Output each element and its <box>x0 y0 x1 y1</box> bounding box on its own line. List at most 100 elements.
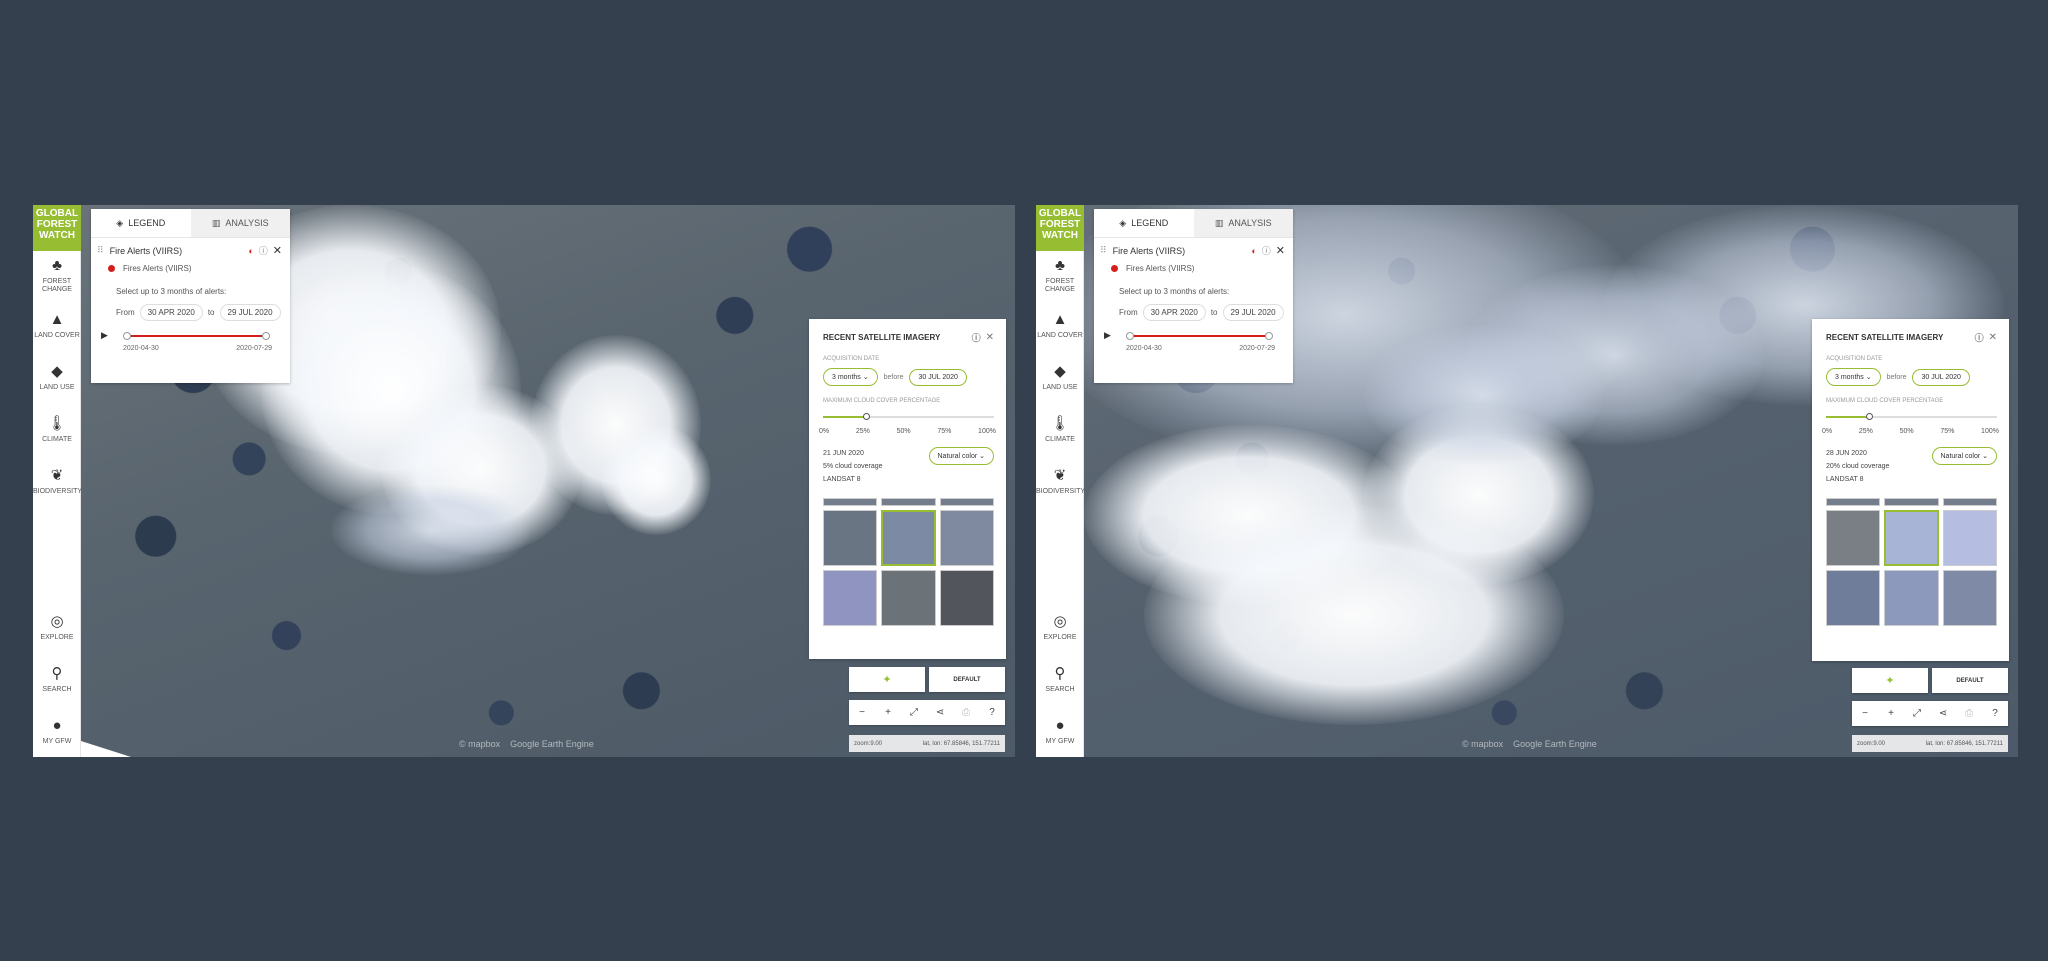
thumbnail[interactable] <box>881 570 936 626</box>
thumbnail-selected[interactable] <box>1884 510 1939 566</box>
thumbnail[interactable] <box>823 510 878 566</box>
sidebar-item-land-cover[interactable]: ▲ LAND COVER <box>33 311 81 340</box>
thumbnail[interactable] <box>939 510 994 566</box>
gfw-logo[interactable]: GLOBAL FOREST WATCH <box>1036 205 1084 251</box>
thumbnail[interactable] <box>939 570 994 626</box>
thumbnail[interactable] <box>881 498 936 506</box>
tab-legend[interactable]: ◈ LEGEND <box>1094 209 1194 237</box>
zoom-out-icon[interactable]: − <box>1858 708 1872 719</box>
thumbnail[interactable] <box>1826 510 1881 566</box>
drag-handle-icon[interactable]: ⠿ <box>97 245 104 256</box>
slider-handle[interactable] <box>1865 413 1873 420</box>
sidebar-item-climate[interactable]: 🌡 CLIMATE <box>33 415 81 444</box>
from-date-picker[interactable]: 30 APR 2020 <box>139 304 203 321</box>
fullscreen-icon[interactable]: ⤢ <box>1910 708 1924 719</box>
sidebar-item-my-gfw[interactable]: ● MY GFW <box>33 717 81 746</box>
tab-analysis[interactable]: ▥ ANALYSIS <box>1193 209 1293 237</box>
map-corner <box>81 741 131 757</box>
play-icon[interactable]: ▶ <box>1104 330 1111 341</box>
before-date-picker[interactable]: 30 JUL 2020 <box>1912 368 1970 386</box>
close-icon[interactable]: ✕ <box>1276 244 1285 257</box>
sidebar-item-climate[interactable]: 🌡 CLIMATE <box>1036 415 1084 444</box>
thumbnail[interactable] <box>1826 498 1881 506</box>
timeline-end-handle[interactable] <box>262 332 270 340</box>
gfw-logo[interactable]: GLOBAL FOREST WATCH <box>33 205 81 251</box>
mapbox-logo[interactable]: © mapbox <box>459 739 500 749</box>
sidebar-item-biodiversity[interactable]: ❦ BIODIVERSITY <box>1036 467 1085 496</box>
to-date-picker[interactable]: 29 JUL 2020 <box>1222 304 1284 321</box>
cloud-slider[interactable] <box>1826 412 1997 422</box>
default-basemap-button[interactable]: DEFAULT <box>1932 668 2008 693</box>
gee-logo[interactable]: Google Earth Engine <box>510 739 594 749</box>
paw-icon: ❦ <box>50 467 64 484</box>
sidebar-item-explore[interactable]: ◎ EXPLORE <box>33 613 81 642</box>
from-date-picker[interactable]: 30 APR 2020 <box>1142 304 1206 321</box>
zoom-out-icon[interactable]: − <box>855 707 869 718</box>
thumbnail[interactable] <box>1884 570 1939 626</box>
thumbnail[interactable] <box>823 498 878 506</box>
period-select[interactable]: 3 months ⌄ <box>823 368 878 386</box>
drag-handle-icon[interactable]: ⠿ <box>1100 245 1107 256</box>
timeline-track[interactable] <box>127 335 266 337</box>
close-icon[interactable]: ✕ <box>273 244 282 257</box>
fullscreen-icon[interactable]: ⤢ <box>907 707 921 718</box>
sidebar-item-search[interactable]: ⚲ SEARCH <box>1036 665 1084 694</box>
sidebar-item-explore[interactable]: ◎ EXPLORE <box>1036 613 1084 642</box>
zoom-in-icon[interactable]: + <box>1884 708 1898 719</box>
info-icon[interactable]: ⓘ <box>1262 244 1271 257</box>
timeline-track[interactable] <box>1130 335 1269 337</box>
sidebar-item-land-use[interactable]: ◆ LAND USE <box>33 363 81 392</box>
render-select[interactable]: Natural color ⌄ <box>1931 447 1997 465</box>
slider-handle[interactable] <box>862 413 870 420</box>
share-icon[interactable]: ⋖ <box>933 707 947 718</box>
sidebar-item-land-cover[interactable]: ▲ LAND COVER <box>1036 311 1084 340</box>
thumbnail[interactable] <box>1942 510 1997 566</box>
sidebar-item-search[interactable]: ⚲ SEARCH <box>33 665 81 694</box>
play-icon[interactable]: ▶ <box>101 330 108 341</box>
to-date-picker[interactable]: 29 JUL 2020 <box>219 304 281 321</box>
satellite-basemap-button[interactable]: ✦ <box>849 667 925 692</box>
thumbnail[interactable] <box>1942 570 1997 626</box>
print-icon[interactable]: ⎙ <box>1962 708 1976 719</box>
info-icon[interactable]: ⓘ <box>1975 331 1984 344</box>
tab-legend[interactable]: ◈ LEGEND <box>91 209 191 237</box>
sidebar-item-my-gfw[interactable]: ● MY GFW <box>1036 717 1084 746</box>
share-icon[interactable]: ⋖ <box>1936 708 1950 719</box>
info-icon[interactable]: ⓘ <box>259 244 268 257</box>
sidebar-item-forest-change[interactable]: ♣ FOREST CHANGE <box>1036 257 1084 294</box>
scene-info: 21 JUN 2020 5% cloud coverage LANDSAT 8 … <box>809 435 1006 486</box>
print-icon[interactable]: ⎙ <box>959 707 973 718</box>
cloud-slider[interactable] <box>823 412 994 422</box>
period-select[interactable]: 3 months ⌄ <box>1826 368 1881 386</box>
render-select[interactable]: Natural color ⌄ <box>928 447 994 465</box>
thumbnail[interactable] <box>1826 570 1881 626</box>
thumbnail[interactable] <box>1942 498 1997 506</box>
timeline-start-handle[interactable] <box>123 332 131 340</box>
opacity-icon[interactable]: ◐ <box>248 246 253 256</box>
thumbnail[interactable] <box>823 570 878 626</box>
thumbnail[interactable] <box>1884 498 1939 506</box>
sidebar-item-forest-change[interactable]: ♣ FOREST CHANGE <box>33 257 81 294</box>
help-icon[interactable]: ? <box>985 707 999 718</box>
mapbox-logo[interactable]: © mapbox <box>1462 739 1503 749</box>
timeline-start-handle[interactable] <box>1126 332 1134 340</box>
sidebar-item-biodiversity[interactable]: ❦ BIODIVERSITY <box>33 467 82 496</box>
thumbnail-selected[interactable] <box>881 510 936 566</box>
timeline-end-handle[interactable] <box>1265 332 1273 340</box>
thumbnail[interactable] <box>939 498 994 506</box>
opacity-icon[interactable]: ◐ <box>1251 246 1256 256</box>
range-start: 2020-04-30 <box>1126 345 1162 352</box>
info-icon[interactable]: ⓘ <box>972 331 981 344</box>
tab-analysis[interactable]: ▥ ANALYSIS <box>190 209 290 237</box>
help-icon[interactable]: ? <box>1988 708 2002 719</box>
sidebar-item-land-use[interactable]: ◆ LAND USE <box>1036 363 1084 392</box>
satellite-basemap-button[interactable]: ✦ <box>1852 668 1928 693</box>
gee-logo[interactable]: Google Earth Engine <box>1513 739 1597 749</box>
default-basemap-button[interactable]: DEFAULT <box>929 667 1005 692</box>
close-icon[interactable]: ✕ <box>986 332 994 343</box>
haze <box>331 485 531 575</box>
before-date-picker[interactable]: 30 JUL 2020 <box>909 368 967 386</box>
close-icon[interactable]: ✕ <box>1989 332 1997 343</box>
scene-sensor: LANDSAT 8 <box>1826 476 1864 483</box>
zoom-in-icon[interactable]: + <box>881 707 895 718</box>
